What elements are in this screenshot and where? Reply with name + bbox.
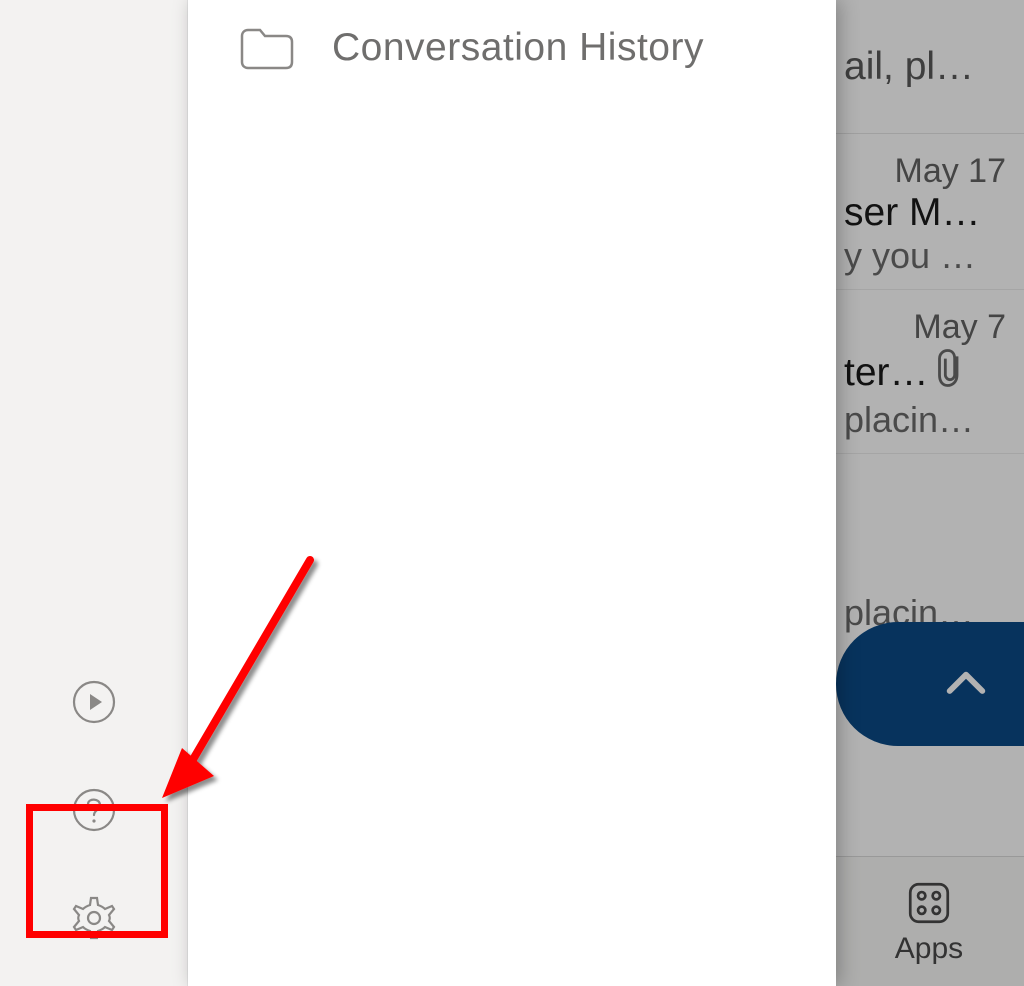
mail-subject: ter… <box>844 347 1014 399</box>
gear-icon <box>70 894 118 942</box>
folder-item-conversation-history[interactable]: Conversation History <box>188 0 836 96</box>
settings-button[interactable] <box>66 890 122 946</box>
mail-list-pane: ail, pl… May 17 ser M… y you … May 7 ter… <box>836 0 1024 986</box>
mail-preview: y you … <box>844 235 1014 277</box>
mail-item[interactable]: May 17 ser M… y you … <box>836 134 1024 290</box>
apps-grid-icon <box>904 878 954 928</box>
folder-item-label: Conversation History <box>332 26 704 70</box>
discover-button[interactable] <box>66 674 122 730</box>
left-nav-icons <box>0 674 188 946</box>
folder-panel: Conversation History <box>188 0 836 986</box>
mail-date: May 7 <box>844 308 1014 347</box>
help-circle-icon <box>70 786 118 834</box>
help-button[interactable] <box>66 782 122 838</box>
chevron-up-icon <box>938 656 994 712</box>
left-nav-rail <box>0 0 188 986</box>
play-circle-icon <box>70 678 118 726</box>
folder-icon <box>238 24 294 72</box>
mail-preview: placin… <box>844 399 1014 441</box>
nav-apps-button[interactable]: Apps <box>854 857 1004 986</box>
bottom-nav: Apps <box>836 856 1024 986</box>
search-input[interactable]: ail, pl… <box>836 0 1024 134</box>
scroll-up-button[interactable] <box>836 622 1024 746</box>
mail-item[interactable]: May 7 ter… placin… <box>836 290 1024 454</box>
mail-date: May 17 <box>844 152 1014 191</box>
search-placeholder-fragment: ail, pl… <box>844 45 974 89</box>
mail-subject: ser M… <box>844 191 1014 235</box>
paperclip-icon <box>935 347 965 399</box>
nav-apps-label: Apps <box>895 932 963 966</box>
